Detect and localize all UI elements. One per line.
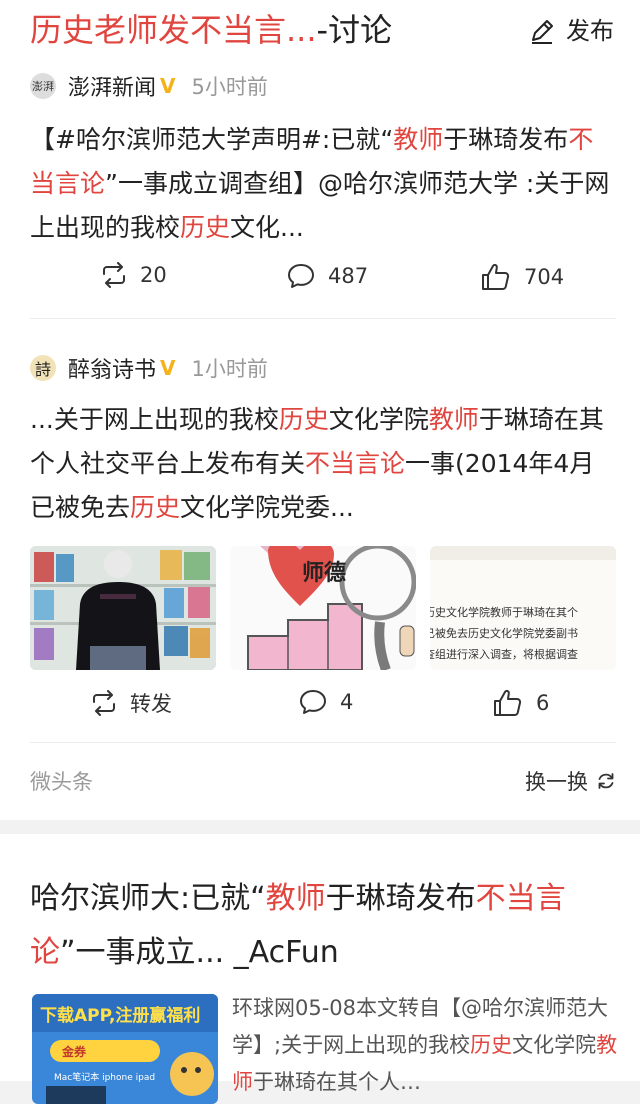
highlight-text: 历史 [180, 213, 231, 242]
thumbs-up-icon [482, 263, 510, 290]
post-time: 1小时前 [191, 357, 268, 381]
repost-button[interactable]: 20 [100, 262, 167, 288]
post-actions: 转发 4 6 [30, 688, 616, 728]
topic-title[interactable]: 历史老师发不当言...-讨论 [30, 8, 392, 52]
post-item[interactable]: 詩 醉翁诗书 V 1小时前 ...关于网上出现的我校历史文化学院教师于琳琦在其个… [30, 352, 616, 716]
body-text: 文化学院 [512, 1033, 597, 1057]
highlight-text: 历史 [470, 1033, 513, 1057]
refresh-icon [598, 773, 614, 789]
doc-line: 已被免去历史文化学院党委副书 [430, 627, 578, 640]
like-button[interactable]: 704 [480, 262, 564, 292]
publish-label: 发布 [566, 17, 614, 45]
topic-header: 历史老师发不当言...-讨论 发布 [30, 8, 620, 54]
post-image-document[interactable]: 历史文化学院教师于琳琦在其个 已被免去历史文化学院党委副书 查组进行深入调查，将… [430, 546, 616, 670]
body-text: ...关于网上出现的我校 [30, 405, 279, 434]
body-text: 文化... [230, 213, 304, 242]
comment-count: 487 [328, 264, 369, 288]
comment-button[interactable]: 487 [286, 262, 368, 290]
body-text: 【#哈尔滨师范大学声明#:已就“ [30, 125, 394, 154]
thumb-badge-text: 金券 [61, 1044, 87, 1059]
body-text: 于琳琦发布 [325, 881, 476, 916]
topic-title-suffix: -讨论 [316, 11, 393, 49]
body-text: ”一事成立... _AcFun [60, 935, 339, 970]
post-time: 5小时前 [191, 75, 268, 99]
post-actions: 20 487 704 [30, 262, 616, 302]
thumbs-up-icon [494, 689, 522, 716]
body-text: 文化学院 [328, 405, 429, 434]
topic-card: 历史老师发不当言...-讨论 发布 澎湃 澎湃新闻 V 5小时前 【#哈尔滨师范… [0, 0, 640, 820]
thumb-sub-text: Mac笔记本 iphone ipad [54, 1071, 155, 1083]
divider [30, 742, 616, 743]
refresh-button[interactable]: 换一换 [525, 766, 616, 796]
refresh-label: 换一换 [525, 770, 588, 794]
avatar[interactable]: 澎湃 [30, 73, 56, 99]
avatar-text: 澎湃 [32, 80, 54, 93]
body-text: 哈尔滨师大:已就“ [30, 881, 266, 916]
like-button[interactable]: 6 [492, 688, 549, 718]
highlight-text: 历史 [130, 493, 181, 522]
pencil-icon [532, 20, 553, 44]
author-name[interactable]: 醉翁诗书 [68, 352, 156, 384]
comment-count: 4 [340, 690, 354, 714]
comment-button[interactable]: 4 [298, 688, 353, 716]
post-body[interactable]: ...关于网上出现的我校历史文化学院教师于琳琦在其个人社交平台上发布有关不当言论… [30, 398, 616, 530]
source-label: 微头条 [30, 770, 93, 794]
post-meta: 詩 醉翁诗书 V 1小时前 [30, 352, 616, 384]
divider [30, 318, 616, 319]
repost-label: 转发 [130, 692, 172, 716]
author-name[interactable]: 澎湃新闻 [68, 70, 156, 102]
verified-badge-icon: V [160, 356, 176, 380]
post-images: 师德 历史文化学院教师于琳琦在其个 已被免去历史文化学院党委副书 查组进行深入调… [30, 546, 616, 670]
highlight-text: 教师 [428, 405, 479, 434]
article-card[interactable]: 哈尔滨师大:已就“教师于琳琦发布不当言论”一事成立... _AcFun 下载AP… [0, 834, 640, 1104]
verified-badge-icon: V [160, 74, 176, 98]
body-text: 文化学院党委... [180, 493, 354, 522]
cartoon-text: 师德 [302, 560, 346, 586]
avatar[interactable]: 詩 [30, 355, 56, 381]
comment-icon [300, 690, 326, 714]
like-count: 704 [524, 265, 565, 289]
body-text: ”一事成立调查组】@哈尔滨师范大学 :关于网上出现的我校 [30, 169, 610, 242]
highlight-text: 不当言论 [305, 449, 406, 478]
thumb-banner-text: 下载APP,注册赢福利 [40, 1005, 200, 1026]
post-meta: 澎湃 澎湃新闻 V 5小时前 [30, 70, 616, 102]
post-body[interactable]: 【#哈尔滨师范大学声明#:已就“教师于琳琦发布不当言论”一事成立调查组】@哈尔滨… [30, 118, 616, 250]
like-count: 6 [536, 691, 550, 715]
post-item[interactable]: 澎湃 澎湃新闻 V 5小时前 【#哈尔滨师范大学声明#:已就“教师于琳琦发布不当… [30, 70, 616, 290]
highlight-text: 教师 [265, 881, 326, 916]
article-thumbnail[interactable]: 下载APP,注册赢福利 金券 Mac笔记本 iphone ipad [32, 994, 218, 1104]
body-text: 于琳琦发布 [443, 125, 569, 154]
topic-title-highlight: 历史老师发不当言... [30, 11, 317, 49]
body-text: 于琳琦在其个人… [253, 1070, 421, 1094]
publish-button[interactable]: 发布 [528, 16, 614, 46]
repost-icon [103, 262, 125, 288]
highlight-text: 历史 [278, 405, 329, 434]
avatar-text: 詩 [34, 360, 51, 379]
repost-count: 20 [140, 263, 167, 287]
article-snippet: 环球网05-08本文转自【@哈尔滨师范大学】;关于网上出现的我校历史文化学院教师… [232, 990, 620, 1101]
highlight-text: 教师 [393, 125, 444, 154]
repost-icon [93, 690, 115, 716]
article-title[interactable]: 哈尔滨师大:已就“教师于琳琦发布不当言论”一事成立... _AcFun [30, 872, 620, 980]
doc-line: 查组进行深入调查，将根据调查 [430, 648, 578, 661]
doc-line: 历史文化学院教师于琳琦在其个 [430, 606, 578, 619]
post-image-cartoon[interactable]: 师德 [230, 546, 416, 670]
post-image-person[interactable] [30, 546, 216, 670]
topic-footer: 微头条 换一换 [30, 760, 616, 800]
section-gap [0, 820, 640, 834]
repost-button[interactable]: 转发 [90, 688, 172, 718]
comment-icon [288, 264, 314, 288]
